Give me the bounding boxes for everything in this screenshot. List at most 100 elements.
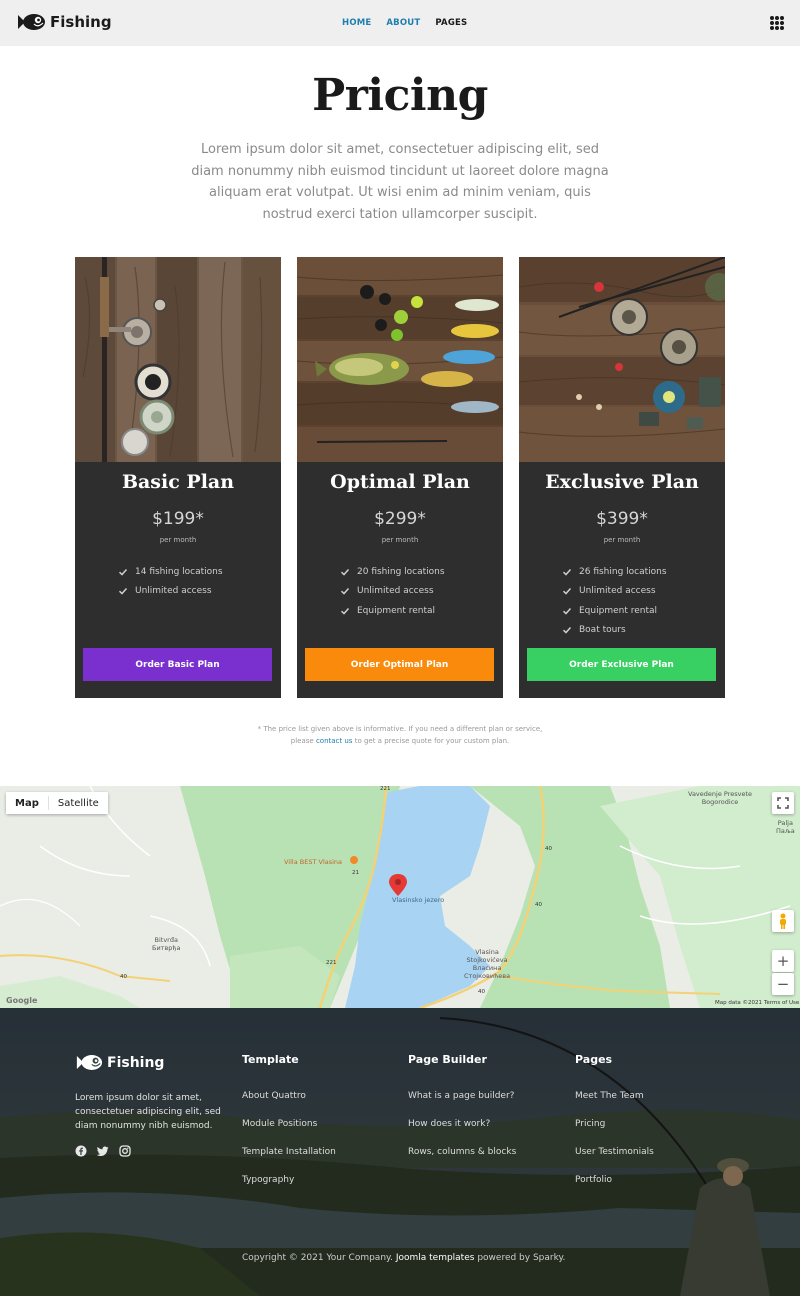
footer-link[interactable]: Portfolio (575, 1175, 654, 1203)
map-type-map[interactable]: Map (6, 792, 48, 814)
map-attribution: Map data ©2021 (715, 1000, 762, 1006)
check-icon (118, 588, 128, 595)
footer-link[interactable]: Template Installation (242, 1147, 336, 1175)
footer-logo[interactable]: Fishing (75, 1053, 164, 1072)
feature-item: 14 fishing locations (118, 562, 223, 582)
check-icon (562, 607, 572, 615)
apps-grid-icon[interactable] (770, 16, 784, 30)
feature-item: Unlimited access (562, 582, 667, 602)
plan-price: $399* (596, 509, 648, 529)
google-logo: Google (6, 996, 38, 1005)
map-marker-icon[interactable] (390, 874, 407, 896)
feature-item: Unlimited access (340, 582, 445, 602)
fullscreen-icon[interactable] (772, 792, 794, 814)
feature-item: Boat tours (562, 621, 667, 641)
facebook-icon[interactable] (75, 1144, 87, 1157)
plan-price: $199* (152, 509, 204, 529)
map-label-vlasina: Vlasina Stojkovićeva Власина Стојковићева (464, 948, 511, 980)
check-icon (340, 607, 350, 615)
zoom-out-button[interactable]: − (772, 973, 794, 995)
plan-features: 20 fishing locations Unlimited access Eq… (340, 562, 445, 621)
instagram-icon[interactable] (119, 1144, 131, 1157)
map-terms-link[interactable]: Terms of Use (764, 1000, 799, 1006)
footer-link[interactable]: User Testimonials (575, 1147, 654, 1175)
intro-text: Lorem ipsum dolor sit amet, consectetuer… (191, 142, 609, 222)
plan-period: per month (381, 536, 419, 544)
footer-link[interactable]: Rows, columns & blocks (408, 1147, 516, 1175)
footer-column-template: Template About Quattro Module Positions … (242, 1053, 336, 1203)
plan-name: Exclusive Plan (545, 471, 699, 493)
map-label-villa: Villa BEST Vlasina (284, 858, 343, 866)
nav-home[interactable]: HOME (342, 18, 371, 28)
road-label: 40 (478, 989, 485, 995)
zoom-in-button[interactable]: + (772, 950, 794, 972)
footer-link[interactable]: Module Positions (242, 1119, 336, 1147)
road-label: 40 (535, 902, 542, 908)
footer-link[interactable]: What is a page builder? (408, 1091, 516, 1119)
road-label: 40 (120, 974, 127, 980)
brand-name: Fishing (50, 13, 112, 31)
feature-item: 26 fishing locations (562, 562, 667, 582)
footer-link[interactable]: Pricing (575, 1119, 654, 1147)
joomla-templates-link[interactable]: Joomla templates (396, 1253, 475, 1263)
pricing-note: * The price list given above is informat… (257, 725, 543, 745)
plan-period: per month (603, 536, 641, 544)
page-title: Pricing (312, 70, 488, 121)
main-nav: HOME ABOUT PAGES (342, 18, 467, 28)
street-view-pegman-icon[interactable] (772, 910, 794, 932)
map-label-church: Vavedenje Presvete Bogorodice (688, 790, 753, 806)
check-icon (340, 568, 350, 576)
feature-item: Equipment rental (340, 601, 445, 621)
check-icon (118, 568, 128, 576)
road-label: 40 (545, 846, 552, 852)
map-type-control: Map Satellite (6, 792, 108, 814)
order-optimal-button[interactable]: Order Optimal Plan (305, 648, 494, 681)
fish-logo-icon (18, 14, 45, 30)
pricing-card-exclusive: Exclusive Plan $399* per month 26 fishin… (519, 257, 725, 698)
road-label: 21 (352, 870, 359, 876)
plan-features: 14 fishing locations Unlimited access (118, 562, 223, 601)
plan-price: $299* (374, 509, 426, 529)
card-image-fishing-gear (519, 257, 725, 462)
map-type-satellite[interactable]: Satellite (48, 792, 108, 814)
nav-pages[interactable]: PAGES (435, 18, 467, 28)
plan-name: Optimal Plan (330, 471, 470, 493)
order-basic-button[interactable]: Order Basic Plan (83, 648, 272, 681)
footer-column-title: Pages (575, 1053, 613, 1066)
footer-column-title: Page Builder (408, 1053, 487, 1066)
plan-period: per month (159, 536, 197, 544)
check-icon (562, 627, 572, 634)
feature-item: Equipment rental (562, 601, 667, 621)
road-label: 221 (326, 960, 337, 966)
footer-column-pages: Pages Meet The Team Pricing User Testimo… (575, 1053, 654, 1203)
feature-item: 20 fishing locations (340, 562, 445, 582)
plan-name: Basic Plan (121, 471, 235, 493)
location-map[interactable]: Vavedenje Presvete Bogorodice Palja Паља V… (0, 786, 800, 1008)
footer-link[interactable]: Meet The Team (575, 1091, 654, 1119)
fish-logo-icon (76, 1055, 103, 1070)
footer-link[interactable]: Typography (242, 1175, 336, 1203)
footer-link[interactable]: How does it work? (408, 1119, 516, 1147)
social-links (75, 1144, 131, 1157)
pricing-card-optimal: Optimal Plan $299* per month 20 fishing … (297, 257, 503, 698)
site-header: Fishing HOME ABOUT PAGES (0, 0, 800, 46)
contact-us-link[interactable]: contact us (316, 737, 353, 745)
nav-about[interactable]: ABOUT (386, 18, 420, 28)
map-label-bitvrdja: Bitvrđa Битврђа (152, 936, 181, 952)
card-image-fishing-reel (75, 257, 281, 462)
order-exclusive-button[interactable]: Order Exclusive Plan (527, 648, 716, 681)
footer-link[interactable]: About Quattro (242, 1091, 336, 1119)
plan-features: 26 fishing locations Unlimited access Eq… (562, 562, 667, 640)
map-label-palja: Palja Паља (776, 819, 795, 835)
check-icon (340, 588, 350, 595)
brand-logo[interactable]: Fishing (16, 12, 112, 32)
card-image-fishing-lures (297, 257, 503, 462)
footer-brand-name: Fishing (107, 1054, 165, 1071)
check-icon (562, 588, 572, 595)
road-label: 221 (380, 786, 391, 792)
footer-column-page-builder: Page Builder What is a page builder? How… (408, 1053, 516, 1175)
footer-column-title: Template (242, 1053, 299, 1066)
footer-about-text: Lorem ipsum dolor sit amet, consectetuer… (75, 1093, 221, 1131)
copyright: Copyright © 2021 Your Company. Joomla te… (242, 1253, 566, 1263)
twitter-icon[interactable] (96, 1144, 109, 1156)
